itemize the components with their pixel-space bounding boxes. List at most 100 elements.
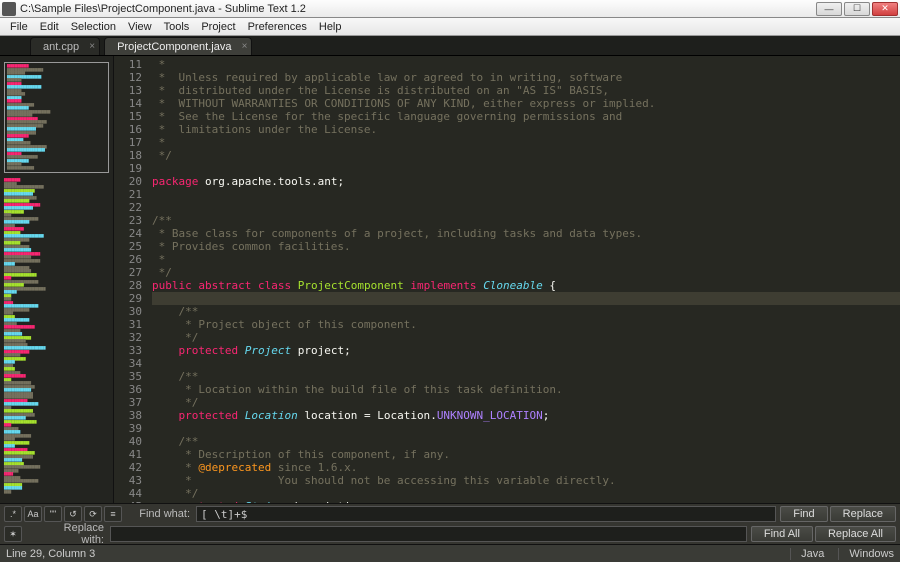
code-line[interactable] xyxy=(152,201,900,214)
find-toggle-0[interactable]: .* xyxy=(4,506,22,522)
menu-project[interactable]: Project xyxy=(195,21,241,33)
code-line[interactable]: protected Project project; xyxy=(152,344,900,357)
window-titlebar: C:\Sample Files\ProjectComponent.java - … xyxy=(0,0,900,18)
replace-button[interactable]: Replace xyxy=(830,506,896,522)
line-number: 35 xyxy=(116,370,142,383)
code-line[interactable] xyxy=(152,357,900,370)
line-number: 21 xyxy=(116,188,142,201)
find-all-button[interactable]: Find All xyxy=(751,526,813,542)
line-number: 25 xyxy=(116,240,142,253)
line-number: 24 xyxy=(116,227,142,240)
find-replace-panel: .*Aa""↺⟳≡ Find what: Find Replace ✶ Repl… xyxy=(0,503,900,544)
line-number: 31 xyxy=(116,318,142,331)
menu-selection[interactable]: Selection xyxy=(65,21,122,33)
replace-with-label: Replace with: xyxy=(40,522,110,546)
code-line[interactable]: /** xyxy=(152,214,900,227)
line-number: 40 xyxy=(116,435,142,448)
app-icon xyxy=(2,2,16,16)
window-buttons: — ☐ ✕ xyxy=(816,2,898,16)
menu-file[interactable]: File xyxy=(4,21,34,33)
line-number: 19 xyxy=(116,162,142,175)
menu-preferences[interactable]: Preferences xyxy=(242,21,313,33)
code-line[interactable]: * xyxy=(152,136,900,149)
code-line[interactable]: * You should not be accessing this varia… xyxy=(152,474,900,487)
line-number: 20 xyxy=(116,175,142,188)
find-what-input[interactable] xyxy=(196,506,776,522)
code-line[interactable]: * limitations under the License. xyxy=(152,123,900,136)
code-line[interactable]: * Provides common facilities. xyxy=(152,240,900,253)
line-number: 36 xyxy=(116,383,142,396)
maximize-button[interactable]: ☐ xyxy=(844,2,870,16)
code-line[interactable]: /** xyxy=(152,435,900,448)
code-line[interactable]: * Base class for components of a project… xyxy=(152,227,900,240)
find-toggle-4[interactable]: ⟳ xyxy=(84,506,102,522)
code-line[interactable]: */ xyxy=(152,396,900,409)
code-line[interactable]: */ xyxy=(152,487,900,500)
find-toggle-2[interactable]: "" xyxy=(44,506,62,522)
code-line[interactable]: * xyxy=(152,58,900,71)
find-toggle-3[interactable]: ↺ xyxy=(64,506,82,522)
tab-close-icon[interactable]: × xyxy=(89,41,95,52)
line-number: 22 xyxy=(116,201,142,214)
code-line[interactable] xyxy=(152,188,900,201)
line-number: 30 xyxy=(116,305,142,318)
menu-tools[interactable]: Tools xyxy=(158,21,196,33)
code-line[interactable]: * Description of this component, if any. xyxy=(152,448,900,461)
line-number: 42 xyxy=(116,461,142,474)
code-line[interactable]: protected Location location = Location.U… xyxy=(152,409,900,422)
code-line[interactable]: * xyxy=(152,253,900,266)
menubar: FileEditSelectionViewToolsProjectPrefere… xyxy=(0,18,900,36)
line-number: 28 xyxy=(116,279,142,292)
statusbar: Line 29, Column 3 Java Windows xyxy=(0,544,900,562)
code-line[interactable]: public abstract class ProjectComponent i… xyxy=(152,279,900,292)
code-line[interactable]: * distributed under the License is distr… xyxy=(152,84,900,97)
menu-edit[interactable]: Edit xyxy=(34,21,65,33)
status-platform[interactable]: Windows xyxy=(838,548,894,560)
menu-help[interactable]: Help xyxy=(313,21,348,33)
minimap[interactable]: ████████████████████████████████████████… xyxy=(0,56,114,503)
code-line[interactable]: /** xyxy=(152,370,900,383)
line-number: 41 xyxy=(116,448,142,461)
code-line[interactable]: * Location within the build file of this… xyxy=(152,383,900,396)
line-number: 12 xyxy=(116,71,142,84)
code-line[interactable]: */ xyxy=(152,331,900,344)
line-number: 29 xyxy=(116,292,142,305)
tab-projectcomponent-java[interactable]: ProjectComponent.java× xyxy=(104,37,252,55)
line-number: 16 xyxy=(116,123,142,136)
code-line[interactable] xyxy=(152,162,900,175)
code-area[interactable]: * * Unless required by applicable law or… xyxy=(148,56,900,503)
code-line[interactable]: * WITHOUT WARRANTIES OR CONDITIONS OF AN… xyxy=(152,97,900,110)
line-number: 33 xyxy=(116,344,142,357)
status-language[interactable]: Java xyxy=(790,548,824,560)
code-line[interactable] xyxy=(152,292,900,305)
window-title: C:\Sample Files\ProjectComponent.java - … xyxy=(20,3,816,15)
find-toggle-5[interactable]: ≡ xyxy=(104,506,122,522)
line-number: 14 xyxy=(116,97,142,110)
replace-with-input[interactable] xyxy=(110,526,747,542)
code-line[interactable]: /** xyxy=(152,305,900,318)
code-line[interactable]: * See the License for the specific langu… xyxy=(152,110,900,123)
code-line[interactable]: */ xyxy=(152,266,900,279)
close-button[interactable]: ✕ xyxy=(872,2,898,16)
code-line[interactable]: * Unless required by applicable law or a… xyxy=(152,71,900,84)
line-number: 27 xyxy=(116,266,142,279)
highlight-matches-toggle[interactable]: ✶ xyxy=(4,526,22,542)
code-line[interactable]: * Project object of this component. xyxy=(152,318,900,331)
find-toggle-1[interactable]: Aa xyxy=(24,506,42,522)
code-line[interactable]: */ xyxy=(152,149,900,162)
minimize-button[interactable]: — xyxy=(816,2,842,16)
line-number: 34 xyxy=(116,357,142,370)
status-cursor-position: Line 29, Column 3 xyxy=(6,548,95,560)
code-line[interactable]: * @deprecated since 1.6.x. xyxy=(152,461,900,474)
find-button[interactable]: Find xyxy=(780,506,827,522)
tab-close-icon[interactable]: × xyxy=(242,41,248,52)
editor[interactable]: 1112131415161718192021222324252627282930… xyxy=(114,56,900,503)
menu-view[interactable]: View xyxy=(122,21,158,33)
line-number: 32 xyxy=(116,331,142,344)
code-line[interactable]: package org.apache.tools.ant; xyxy=(152,175,900,188)
replace-all-button[interactable]: Replace All xyxy=(815,526,896,542)
code-line[interactable] xyxy=(152,422,900,435)
line-number-gutter: 1112131415161718192021222324252627282930… xyxy=(114,56,148,503)
line-number: 15 xyxy=(116,110,142,123)
tab-ant-cpp[interactable]: ant.cpp× xyxy=(30,37,100,55)
